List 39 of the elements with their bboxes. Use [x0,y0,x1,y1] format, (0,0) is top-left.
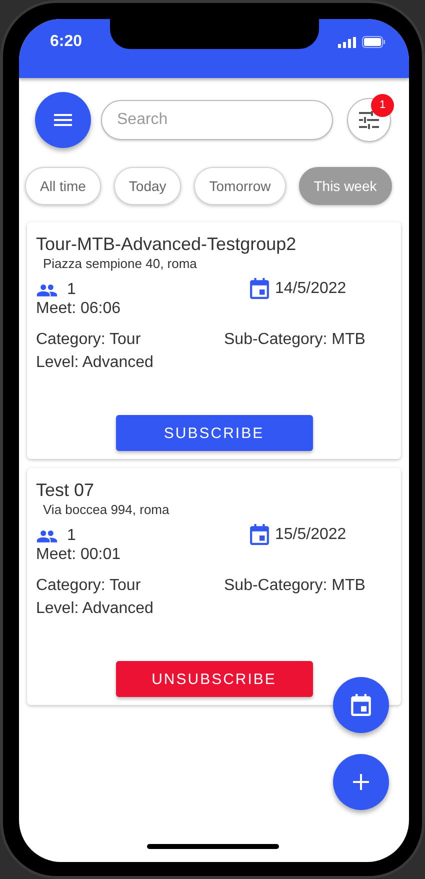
meet-time: Meet: 06:06 [36,299,120,318]
event-sub-category: Sub-Category: MTB [224,330,366,349]
people-icon [36,528,58,542]
event-date: 14/5/2022 [275,279,346,298]
calendar-icon [250,278,269,299]
participant-count: 1 [67,526,76,545]
participant-count: 1 [67,280,76,299]
calendar-icon [250,524,269,545]
event-category: Category: Tour [36,576,141,595]
event-category: Category: Tour [36,330,141,349]
add-button[interactable] [333,754,389,810]
event-level: Level: Advanced [36,353,154,372]
filter-chip[interactable]: All time [25,167,101,205]
menu-button[interactable] [35,92,91,148]
event-sub-category: Sub-Category: MTB [224,576,366,595]
subscribe-button[interactable]: SUBSCRIBE [116,415,312,451]
menu-icon [54,114,72,126]
plus-icon [353,774,369,790]
people-icon [36,282,58,296]
event-card[interactable]: Tour-MTB-Advanced-Testgroup2 Piazza sempione 40, roma 1 14/5/2022 Meet: 06:06 Category: Tour Sub-Category: MTB Level: Advanced SUBSCRIBE [27,222,401,459]
battery-icon [362,36,385,48]
event-title: Test 07 [36,479,94,502]
status-time: 6:20 [50,33,82,51]
sliders-icon [359,111,379,129]
event-title: Tour-MTB-Advanced-Testgroup2 [36,233,296,256]
calendar-icon [351,694,371,716]
event-level: Level: Advanced [36,599,154,618]
search-field[interactable]: Search [101,100,333,140]
filter-chip[interactable]: Tomorrow [194,167,286,205]
calendar-button[interactable] [333,677,389,733]
event-date: 15/5/2022 [275,525,346,544]
filter-chip[interactable]: Today [114,167,182,205]
event-card[interactable]: Test 07 Via boccea 994, roma 1 15/5/2022 Meet: 00:01 Category: Tour Sub-Category: MTB Level: Advanced UNSUBSCRIBE [27,468,401,705]
filter-count-badge: 1 [371,94,394,117]
event-address: Piazza sempione 40, roma [43,256,197,272]
signal-icon [338,36,356,48]
meet-time: Meet: 00:01 [36,545,120,564]
unsubscribe-button[interactable]: UNSUBSCRIBE [116,661,312,697]
event-address: Via boccea 994, roma [43,502,170,518]
